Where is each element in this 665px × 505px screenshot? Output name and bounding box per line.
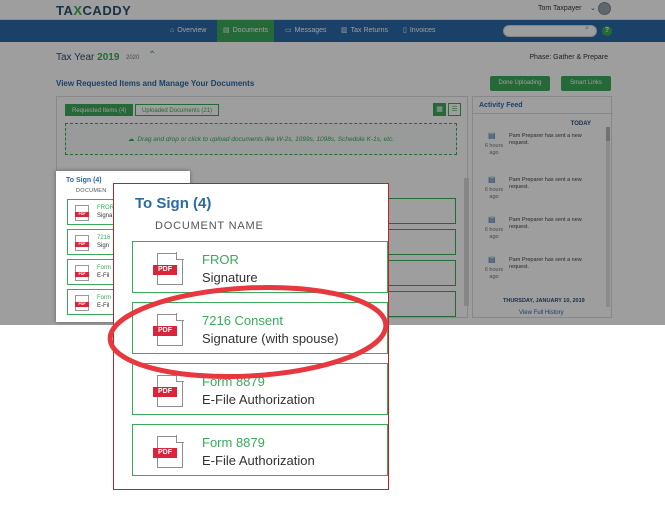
document-name-header: DOCUMENT NAME bbox=[155, 220, 264, 232]
doc-name: Form bbox=[97, 295, 111, 301]
doc-name: 7216 Consent bbox=[202, 313, 283, 328]
pdf-icon: PDF bbox=[75, 205, 89, 221]
screenshot-stage: TAXCADDY Tom Taxpayer ⌄ ⌂ Overview ▤ Docum… bbox=[0, 0, 665, 505]
pdf-icon: PDF bbox=[153, 435, 184, 468]
to-sign-title: To Sign (4) bbox=[66, 177, 102, 184]
doc-type: E-File Authorization bbox=[202, 392, 315, 407]
pdf-icon: PDF bbox=[75, 235, 89, 251]
doc-type: Signature (with spouse) bbox=[202, 331, 339, 346]
pdf-icon: PDF bbox=[153, 252, 184, 285]
doc-card-form-8879[interactable]: PDF Form 8879 E-File Authorization bbox=[132, 363, 388, 415]
doc-card-7216-consent[interactable]: PDF 7216 Consent Signature (with spouse) bbox=[132, 302, 388, 354]
to-sign-title: To Sign (4) bbox=[135, 195, 212, 212]
pdf-icon: PDF bbox=[153, 313, 184, 346]
doc-name: FROR bbox=[97, 205, 114, 211]
column-header: DOCUMEN bbox=[76, 188, 107, 194]
doc-card-fror[interactable]: PDF FROR Signature bbox=[132, 241, 388, 293]
doc-name: Form 8879 bbox=[202, 374, 265, 389]
doc-name: FROR bbox=[202, 252, 239, 267]
doc-type: Signa bbox=[97, 213, 113, 219]
doc-type: Signature bbox=[202, 270, 258, 285]
doc-name: 7216 bbox=[97, 235, 111, 241]
pdf-icon: PDF bbox=[153, 374, 184, 407]
doc-name: Form bbox=[97, 265, 111, 271]
pdf-icon: PDF bbox=[75, 265, 89, 281]
doc-type: E-Fil bbox=[97, 273, 110, 279]
doc-card-form-8879[interactable]: PDF Form 8879 E-File Authorization bbox=[132, 424, 388, 476]
doc-name: Form 8879 bbox=[202, 435, 265, 450]
doc-type: Sign bbox=[97, 243, 110, 249]
doc-type: E-File Authorization bbox=[202, 453, 315, 468]
to-sign-zoom-callout: To Sign (4) DOCUMENT NAME PDF FROR Signa… bbox=[113, 183, 389, 490]
pdf-icon: PDF bbox=[75, 295, 89, 311]
doc-type: E-Fil bbox=[97, 303, 110, 309]
